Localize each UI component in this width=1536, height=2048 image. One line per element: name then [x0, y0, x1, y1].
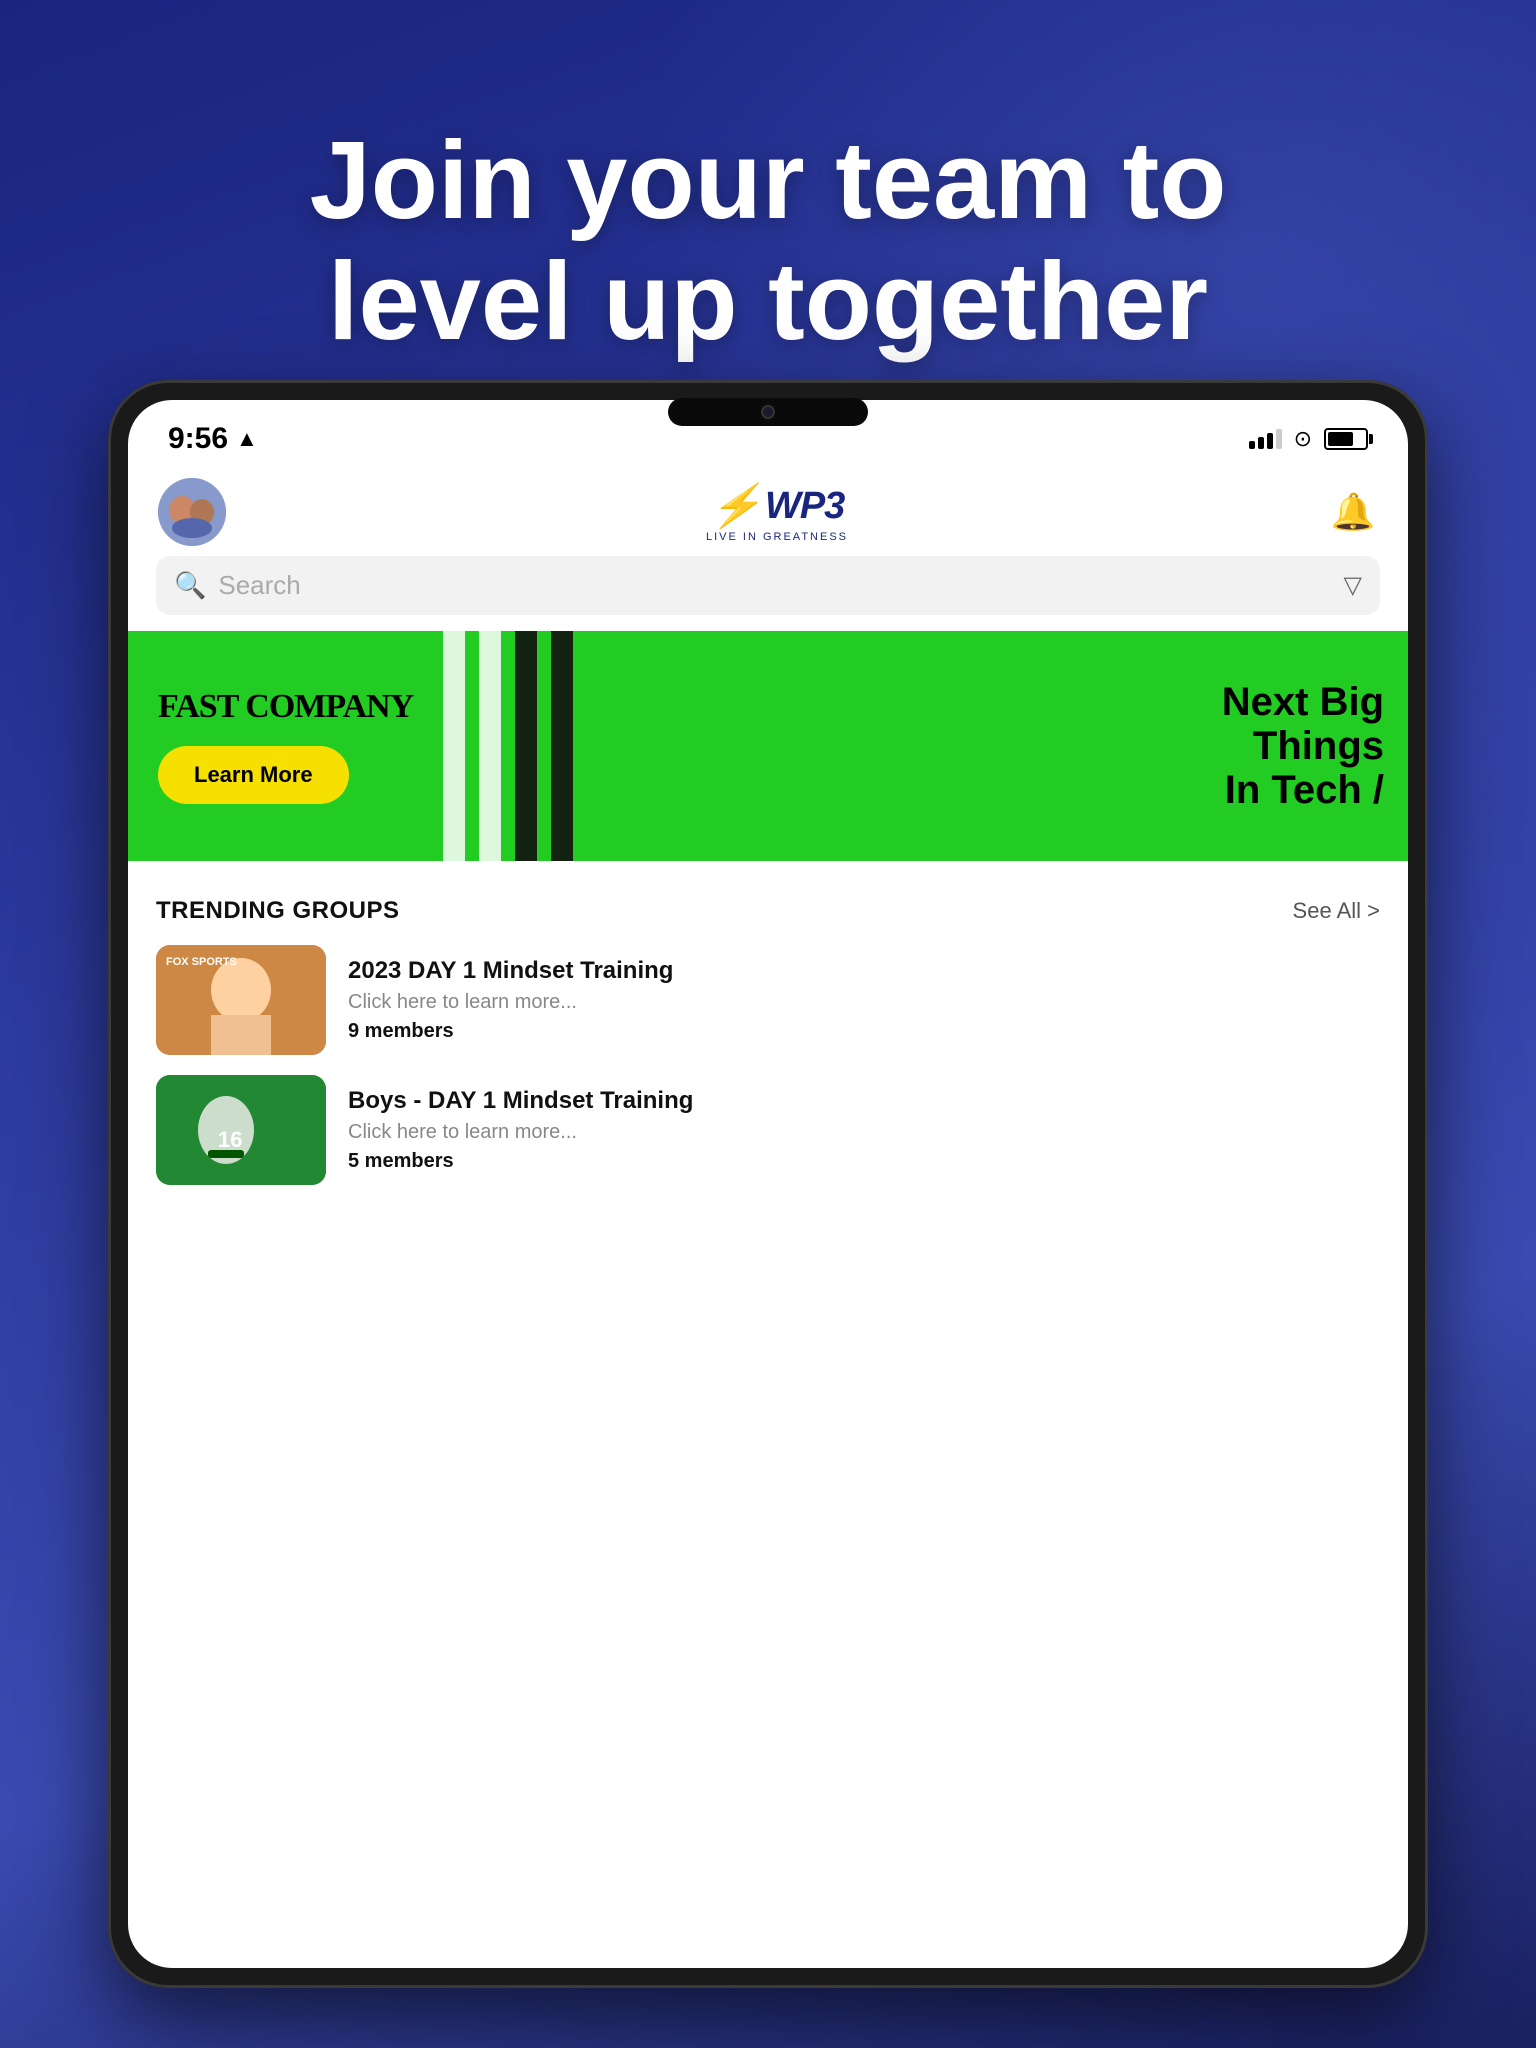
svg-text:FOX SPORTS: FOX SPORTS — [166, 956, 237, 968]
avatar[interactable] — [158, 478, 226, 546]
app-header: ⚡ WP3 LIVE IN GREATNESS 🔔 — [128, 468, 1408, 556]
group-item[interactable]: FOX LA B4 FOX SPORTS 2023 DAY 1 Mindset … — [156, 945, 1380, 1055]
trending-groups-section: TRENDING GROUPS See All > FOX LA B4 FOX … — [128, 881, 1408, 1221]
group-description: Click here to learn more... — [348, 1121, 1380, 1144]
location-arrow-icon: ▲ — [236, 426, 258, 452]
group-description: Click here to learn more... — [348, 991, 1380, 1014]
search-bar[interactable]: 🔍 Search ▽ — [156, 556, 1380, 615]
group-thumbnail: FOX LA B4 FOX SPORTS — [156, 945, 326, 1055]
learn-more-button[interactable]: Learn More — [158, 746, 349, 804]
notification-bell-button[interactable]: 🔔 — [1328, 487, 1378, 537]
ad-tagline: Next Big Things In Tech / — [1222, 680, 1408, 812]
group-image: 16 — [156, 1075, 326, 1185]
signal-icon — [1249, 429, 1282, 449]
hero-title-block: Join your team to level up together — [0, 120, 1536, 362]
group-info: Boys - DAY 1 Mindset Training Click here… — [348, 1087, 1380, 1173]
search-icon: 🔍 — [174, 570, 206, 601]
status-icons: ⊙ — [1249, 426, 1368, 452]
search-input[interactable]: Search — [218, 570, 1331, 601]
group-name: 2023 DAY 1 Mindset Training — [348, 957, 1380, 985]
app-logo: ⚡ WP3 LIVE IN GREATNESS — [706, 482, 848, 543]
status-time: 9:56 ▲ — [168, 422, 258, 456]
stripe-1 — [443, 631, 465, 861]
section-title: TRENDING GROUPS — [156, 897, 400, 925]
battery-fill — [1328, 432, 1353, 446]
stripe-2 — [479, 631, 501, 861]
group-item[interactable]: 16 Boys - DAY 1 Mindset Training Click h… — [156, 1075, 1380, 1185]
logo-subtitle: LIVE IN GREATNESS — [706, 531, 848, 543]
ad-stripes — [443, 631, 573, 861]
group-info: 2023 DAY 1 Mindset Training Click here t… — [348, 957, 1380, 1043]
stripe-4 — [551, 631, 573, 861]
group-members-count: 5 members — [348, 1150, 1380, 1173]
tablet-device: 9:56 ▲ ⊙ — [108, 380, 1428, 1988]
see-all-button[interactable]: See All > — [1293, 898, 1380, 924]
group-members-count: 9 members — [348, 1020, 1380, 1043]
section-header: TRENDING GROUPS See All > — [156, 897, 1380, 925]
group-thumbnail: 16 — [156, 1075, 326, 1185]
hero-title: Join your team to level up together — [80, 120, 1456, 362]
ad-banner: FAST COMPANY Learn More Next Big Things … — [128, 631, 1408, 861]
ad-graphic: Next Big Things In Tech / — [443, 631, 1408, 861]
wifi-icon: ⊙ — [1294, 426, 1312, 452]
filter-icon[interactable]: ▽ — [1344, 571, 1362, 600]
ad-brand-name: FAST COMPANY — [158, 688, 413, 726]
app-screen: 9:56 ▲ ⊙ — [128, 400, 1408, 1968]
logo-text: ⚡ WP3 — [710, 482, 845, 531]
bell-icon: 🔔 — [1331, 491, 1376, 533]
group-image: FOX SPORTS — [156, 945, 326, 1055]
stripe-3 — [515, 631, 537, 861]
battery-icon — [1324, 428, 1368, 450]
dynamic-island — [668, 398, 868, 426]
avatar-image — [158, 478, 226, 546]
svg-text:16: 16 — [218, 1127, 242, 1152]
bolt-icon: ⚡ — [710, 482, 761, 531]
group-name: Boys - DAY 1 Mindset Training — [348, 1087, 1380, 1115]
ad-left-content: FAST COMPANY Learn More — [128, 664, 443, 828]
front-camera — [761, 405, 775, 419]
